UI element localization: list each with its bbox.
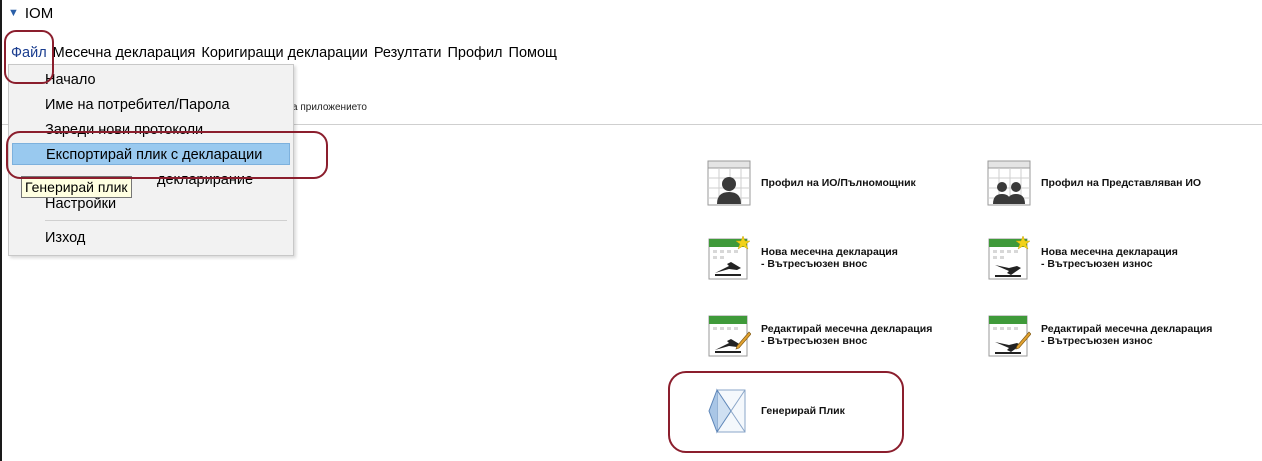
file-menu-separator xyxy=(45,220,287,221)
tile-new-import-label: Нова месечна декларация - Вътресъюзен вн… xyxy=(761,246,898,270)
new-export-declaration-icon xyxy=(988,235,1031,280)
file-menu-user-password[interactable]: Име на потребител/Парола xyxy=(12,94,290,116)
tooltip-generate-envelope: Генерирай плик xyxy=(21,176,132,198)
tile-profile-represented-label: Профил на Представляван ИО xyxy=(1041,177,1202,189)
menu-corrective-declarations[interactable]: Коригиращи декларации xyxy=(198,45,370,61)
envelope-icon xyxy=(708,388,746,434)
tile-edit-import-line1: Редактирай месечна декларация xyxy=(761,323,933,335)
tile-edit-export[interactable]: Редактирай месечна декларация - Вътресъю… xyxy=(987,312,1212,358)
collapse-arrow-icon[interactable]: ▼ xyxy=(8,7,19,19)
tile-generate-envelope[interactable]: Генерирай Плик xyxy=(707,388,845,434)
tile-new-export[interactable]: Нова месечна декларация - Вътресъюзен из… xyxy=(987,235,1178,281)
menu-results[interactable]: Резултати xyxy=(371,45,445,61)
tile-profile-represented[interactable]: Профил на Представляван ИО xyxy=(987,160,1201,206)
annotation-export-item xyxy=(6,131,328,179)
menu-help[interactable]: Помощ xyxy=(506,45,560,61)
tile-generate-envelope-label: Генерирай Плик xyxy=(761,405,845,417)
tile-new-export-line1: Нова месечна декларация xyxy=(1041,246,1178,258)
menu-profile[interactable]: Профил xyxy=(444,45,505,61)
menu-monthly-declaration[interactable]: Месечна декларация xyxy=(50,45,199,61)
new-import-declaration-icon xyxy=(708,235,751,280)
app-caption-fragment: а приложението xyxy=(292,102,367,113)
tile-new-export-line2: - Вътресъюзен износ xyxy=(1041,258,1153,270)
tile-edit-import-line2: - Вътресъюзен внос xyxy=(761,335,868,347)
tile-edit-import[interactable]: Редактирай месечна декларация - Вътресъю… xyxy=(707,312,932,358)
tile-edit-export-line1: Редактирай месечна декларация xyxy=(1041,323,1213,335)
tile-new-import[interactable]: Нова месечна декларация - Вътресъюзен вн… xyxy=(707,235,898,281)
tile-edit-import-label: Редактирай месечна декларация - Вътресъю… xyxy=(761,323,932,347)
edit-import-declaration-icon xyxy=(708,315,751,357)
tile-new-import-line2: - Вътресъюзен внос xyxy=(761,258,868,270)
window-left-border xyxy=(0,0,2,461)
tile-edit-export-label: Редактирай месечна декларация - Вътресъю… xyxy=(1041,323,1212,347)
annotation-file-menu xyxy=(4,30,54,84)
tile-edit-export-line2: - Вътресъюзен износ xyxy=(1041,335,1153,347)
profile-person-icon xyxy=(707,160,751,206)
edit-export-declaration-icon xyxy=(988,315,1031,357)
tile-profile-io[interactable]: Профил на ИО/Пълномощник xyxy=(707,160,916,206)
file-menu-exit[interactable]: Изход xyxy=(12,227,290,249)
title-bar: ▼ IOM xyxy=(8,2,53,24)
window-title: IOM xyxy=(24,4,54,22)
tile-new-import-line1: Нова месечна декларация xyxy=(761,246,898,258)
profile-group-icon xyxy=(987,160,1031,206)
tile-new-export-label: Нова месечна декларация - Вътресъюзен из… xyxy=(1041,246,1178,270)
menu-bar: Файл Месечна декларация Коригиращи декла… xyxy=(8,42,560,64)
tile-profile-io-label: Профил на ИО/Пълномощник xyxy=(761,177,916,189)
